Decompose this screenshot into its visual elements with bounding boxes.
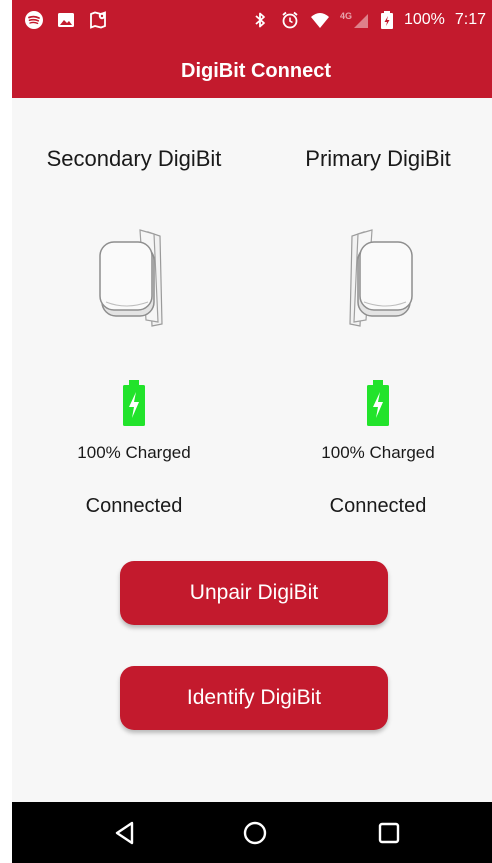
svg-text:4G: 4G [340,11,352,21]
image-icon [56,10,76,30]
battery-percent: 100% [403,11,445,28]
status-right-icons: 4G 100% 7:17 [250,10,486,30]
identify-digibit-button[interactable]: Identify DigiBit [120,666,388,730]
bluetooth-icon [250,10,270,30]
primary-device-title: Primary DigiBit [305,146,451,171]
app-bar: DigiBit Connect [12,44,492,98]
status-bar: 4G 100% 7:17 [12,0,492,44]
secondary-device-title: Secondary DigiBit [46,146,222,171]
clock-time: 7:17 [454,11,486,28]
map-pin-icon [88,10,108,30]
status-left-icons [24,10,108,30]
back-icon[interactable] [110,818,140,848]
primary-device-image [340,228,416,330]
home-icon[interactable] [240,818,270,848]
navigation-bar [12,802,492,863]
secondary-device-image [96,228,172,330]
primary-connection-status: Connected [329,495,427,517]
battery-charging-icon [380,10,394,30]
unpair-digibit-button[interactable]: Unpair DigiBit [120,561,388,625]
app-title: DigiBit Connect [181,60,331,82]
primary-battery-icon [367,380,389,426]
primary-device-panel: Primary DigiBit 100% Charged Connected [256,98,492,538]
recents-icon[interactable] [374,818,404,848]
signal-icon: 4G [340,10,370,30]
app-screen: 4G 100% 7:17 DigiBit Connect Secondary D… [12,0,492,863]
alarm-icon [280,10,300,30]
secondary-device-panel: Secondary DigiBit 100% Charged Connected [12,98,256,538]
wifi-icon [310,10,330,30]
spotify-icon [24,10,44,30]
secondary-battery-icon [123,380,145,426]
primary-charge-status: 100% Charged [321,443,435,462]
secondary-connection-status: Connected [85,495,183,517]
secondary-charge-status: 100% Charged [77,443,191,462]
main-content: Secondary DigiBit 100% Charged Connected… [12,98,492,802]
